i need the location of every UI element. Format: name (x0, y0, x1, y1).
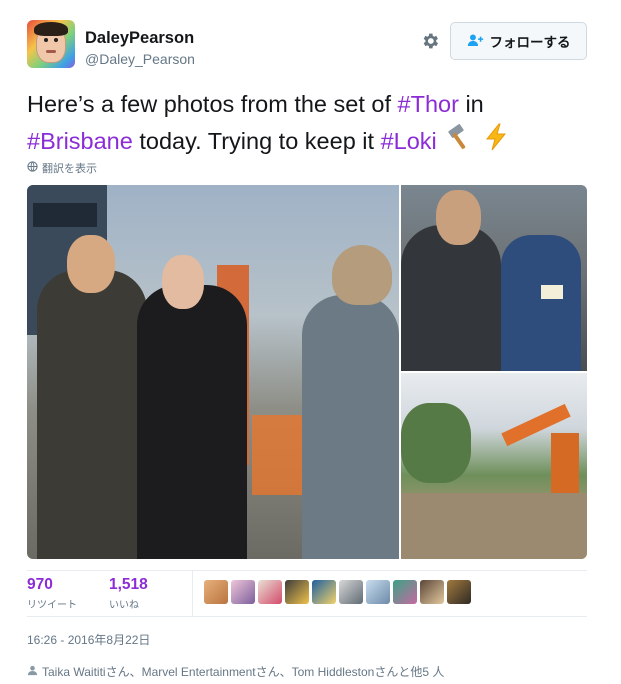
gear-icon[interactable] (420, 31, 440, 51)
tweet-stats: 970 リツイート 1,518 いいね (27, 570, 587, 617)
liker-avatar[interactable] (447, 580, 471, 604)
retweet-stat[interactable]: 970 リツイート (27, 576, 77, 611)
photo-ticket (541, 285, 563, 299)
person-icon (27, 665, 38, 679)
hashtag-loki[interactable]: #Loki (381, 128, 437, 154)
globe-icon (27, 161, 38, 175)
tweet-segment: Here’s a few photos from the set of (27, 91, 398, 117)
liker-avatar[interactable] (312, 580, 336, 604)
tweet-text: Here’s a few photos from the set of #Tho… (27, 86, 597, 162)
liker-avatar[interactable] (393, 580, 417, 604)
liker-avatar[interactable] (204, 580, 228, 604)
photo-rubble (401, 493, 587, 559)
photo-main[interactable] (27, 185, 399, 559)
liker-avatar[interactable] (285, 580, 309, 604)
tweet-segment: today. Trying to keep it (132, 128, 381, 154)
hammer-icon (445, 124, 475, 161)
hashtag-brisbane[interactable]: #Brisbane (27, 128, 133, 154)
avatar[interactable] (27, 20, 75, 68)
display-name[interactable]: DaleyPearson (85, 29, 194, 48)
follow-button[interactable]: フォローする (450, 22, 587, 60)
avatar-hair (34, 22, 68, 36)
retweet-count: 970 (27, 576, 53, 593)
tweet-timestamp[interactable]: 16:26 - 2016年8月22日 (27, 631, 150, 648)
like-label: いいね (109, 600, 139, 611)
screen-name[interactable]: @Daley_Pearson (85, 51, 195, 67)
liker-avatar[interactable] (366, 580, 390, 604)
translate-label: 翻訳を表示 (42, 163, 97, 175)
like-count: 1,518 (109, 576, 148, 593)
photo-top-right[interactable] (401, 185, 587, 371)
avatar-eye (54, 38, 58, 42)
photo-face-4 (436, 190, 481, 245)
lightning-icon (484, 123, 510, 162)
photo-excavator (551, 433, 579, 493)
photo-tree (401, 403, 471, 483)
liker-avatars (204, 580, 471, 604)
photo-person-4 (401, 225, 501, 371)
photo-person-1 (37, 270, 147, 559)
liker-avatar[interactable] (231, 580, 255, 604)
hashtag-thor[interactable]: #Thor (398, 91, 459, 117)
stats-divider (192, 571, 193, 617)
photo-person-5 (501, 235, 581, 371)
liker-avatar[interactable] (258, 580, 282, 604)
translate-link[interactable]: 翻訳を表示 (27, 160, 97, 176)
retweet-label: リツイート (27, 600, 77, 611)
photo-person-3 (302, 295, 399, 559)
follow-user-icon (467, 33, 484, 50)
liker-avatar[interactable] (420, 580, 444, 604)
photo-face-1 (67, 235, 115, 293)
photo-person-2 (137, 285, 247, 559)
photo-bottom-right[interactable] (401, 373, 587, 559)
photo-sign (33, 203, 97, 227)
follow-label: フォローする (489, 35, 571, 50)
mentions-text: Taika Waititiさん、Marvel Entertainmentさん、T… (42, 665, 445, 679)
tweet-header: DaleyPearson @Daley_Pearson フォローする (27, 20, 587, 72)
photo-face-2 (162, 255, 204, 309)
liker-avatar[interactable] (339, 580, 363, 604)
avatar-mouth (46, 50, 56, 53)
media-grid (27, 185, 587, 559)
photo-face-3 (332, 245, 392, 305)
avatar-eye (44, 38, 48, 42)
tweet-segment: in (458, 91, 484, 117)
like-stat[interactable]: 1,518 いいね (109, 576, 148, 611)
mentioned-users[interactable]: Taika Waititiさん、Marvel Entertainmentさん、T… (27, 663, 444, 680)
